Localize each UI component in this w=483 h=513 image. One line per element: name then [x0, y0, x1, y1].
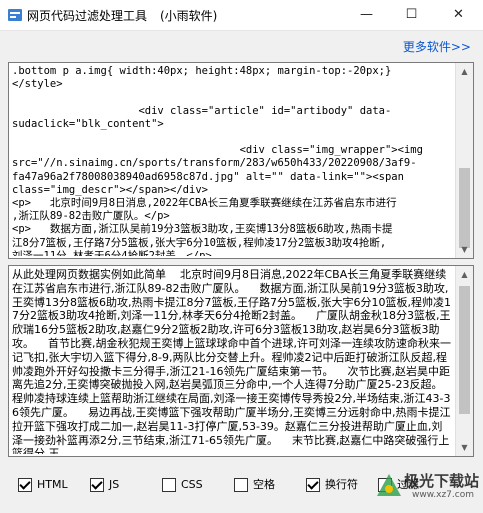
checkbox-box[interactable] [306, 478, 320, 492]
checkbox-label: 换行符 [325, 478, 358, 491]
checkbox-label: 空格 [253, 478, 275, 491]
scroll-thumb[interactable] [459, 286, 470, 414]
source-scrollbar[interactable]: ▲ ▼ [455, 63, 473, 258]
watermark-url: www.xz7.com [412, 490, 474, 500]
scroll-down-arrow-icon[interactable]: ▼ [456, 439, 473, 456]
scroll-up-arrow-icon[interactable]: ▲ [456, 266, 473, 283]
watermark-logo-icon [377, 474, 401, 496]
result-textarea[interactable]: 从此处理网页数据实例如此简单 北京时间9月8日消息,2022年CBA长三角夏季联… [8, 265, 474, 457]
scroll-thumb[interactable] [459, 168, 470, 248]
source-code-textarea[interactable]: .bottom p a.img{ width:40px; height:48px… [8, 62, 474, 259]
more-software-link[interactable]: 更多软件>> [403, 38, 471, 55]
checkbox-box[interactable] [90, 478, 104, 492]
checkbox-label: HTML [37, 478, 68, 491]
window-title: 网页代码过滤处理工具 [27, 9, 148, 23]
checkbox-box[interactable] [162, 478, 176, 492]
scroll-down-arrow-icon[interactable]: ▼ [456, 241, 473, 258]
checkbox-label: CSS [181, 478, 203, 491]
maximize-button[interactable]: ☐ [389, 0, 434, 30]
window-subtitle: (小雨软件) [160, 9, 218, 23]
checkbox-box[interactable] [18, 478, 32, 492]
minimize-button[interactable]: — [344, 0, 389, 30]
source-code-text: .bottom p a.img{ width:40px; height:48px… [12, 65, 423, 256]
result-text: 从此处理网页数据实例如此简单 北京时间9月8日消息,2022年CBA长三角夏季联… [12, 268, 451, 454]
title-bar[interactable]: 网页代码过滤处理工具 (小雨软件) — ☐ ✕ [0, 0, 483, 31]
checkbox-label: JS [109, 478, 120, 491]
close-button[interactable]: ✕ [436, 0, 481, 30]
watermark-text: 极光下载站 [404, 472, 480, 490]
result-scrollbar[interactable]: ▲ ▼ [455, 266, 473, 456]
app-icon [8, 9, 22, 21]
scroll-up-arrow-icon[interactable]: ▲ [456, 63, 473, 80]
checkbox-box[interactable] [234, 478, 248, 492]
